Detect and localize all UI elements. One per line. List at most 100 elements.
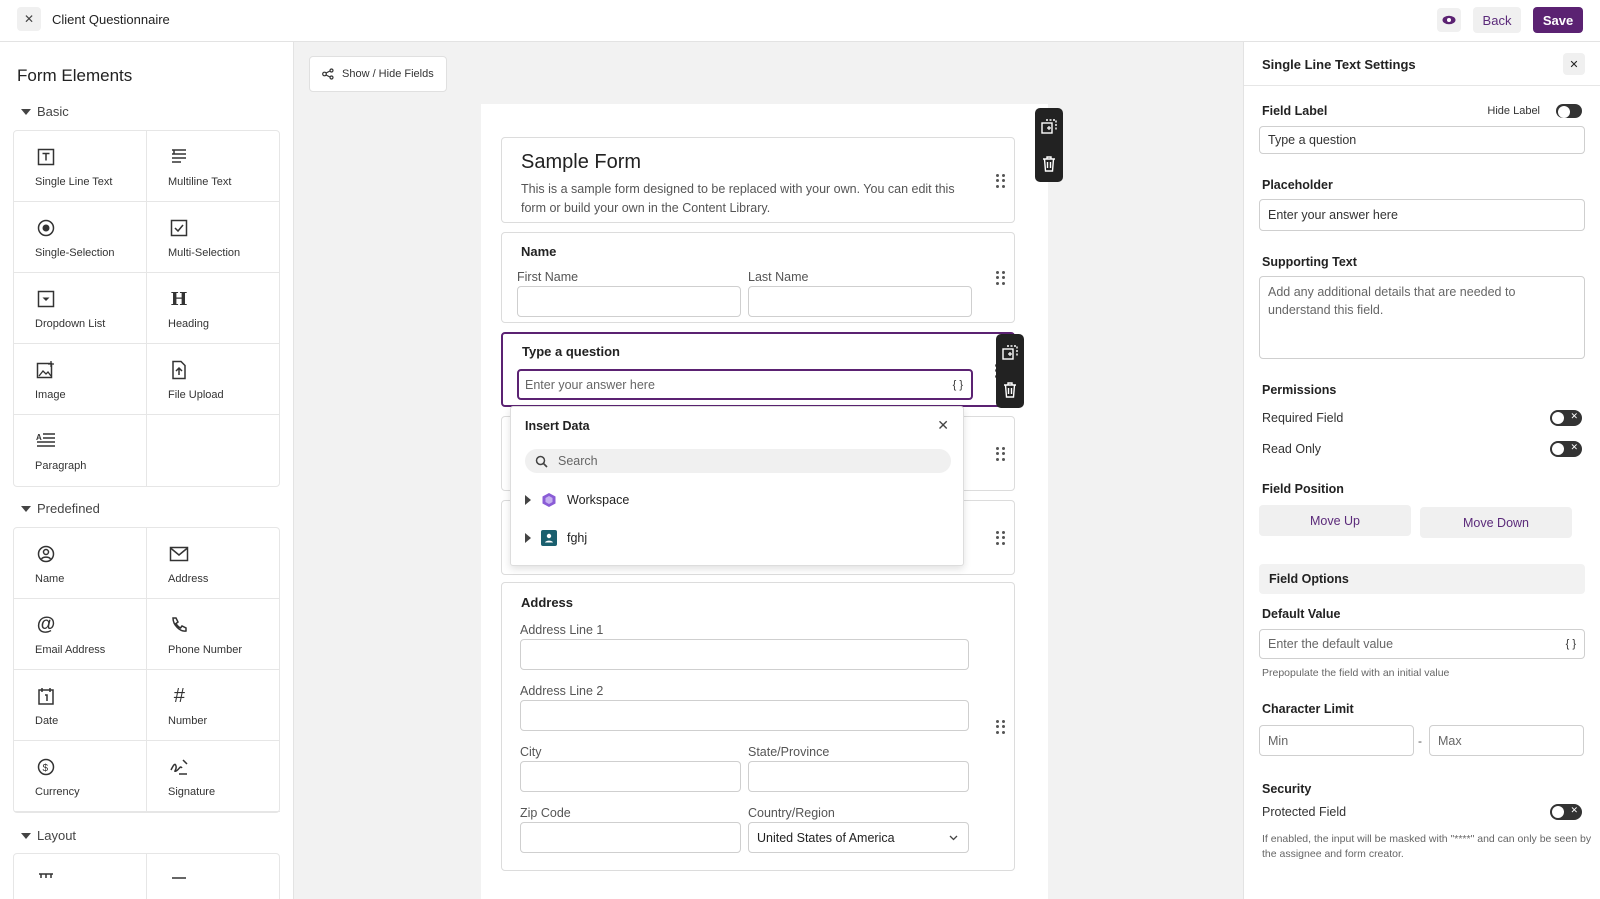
- section-predefined-label: Predefined: [37, 501, 100, 516]
- show-hide-fields-button[interactable]: Show / Hide Fields: [309, 56, 447, 92]
- drag-handle-icon[interactable]: [996, 720, 1006, 734]
- element-label: Currency: [35, 786, 80, 798]
- drag-handle-icon[interactable]: [996, 271, 1006, 285]
- section-basic[interactable]: Basic: [21, 104, 69, 119]
- hide-label-toggle[interactable]: [1556, 104, 1582, 118]
- field-label-heading: Field Label: [1262, 104, 1328, 118]
- preview-button[interactable]: [1437, 8, 1461, 32]
- element-number[interactable]: # Number: [147, 670, 280, 741]
- insert-data-braces-icon[interactable]: { }: [1566, 638, 1576, 650]
- paragraph-icon: A: [35, 430, 57, 452]
- first-name-input[interactable]: [517, 286, 741, 317]
- settings-panel: Single Line Text Settings ✕ Field Label …: [1243, 42, 1600, 899]
- drag-handle-icon[interactable]: [996, 174, 1006, 188]
- insert-data-popup: Insert Data ✕ Search Workspace fghj: [510, 406, 964, 566]
- question-placeholder: Enter your answer here: [525, 377, 655, 392]
- element-date[interactable]: Date: [14, 670, 147, 741]
- max-input[interactable]: Max: [1429, 725, 1584, 756]
- back-button[interactable]: Back: [1473, 7, 1521, 33]
- protected-field-toggle[interactable]: ✕: [1550, 804, 1582, 820]
- supporting-text-area[interactable]: Add any additional details that are need…: [1259, 276, 1585, 359]
- trash-icon[interactable]: [1002, 381, 1018, 398]
- field-label-input[interactable]: Type a question: [1259, 126, 1585, 154]
- insert-data-braces-icon[interactable]: { }: [953, 379, 963, 391]
- insert-data-search[interactable]: Search: [525, 449, 951, 473]
- state-input[interactable]: [748, 761, 969, 792]
- close-icon[interactable]: ✕: [937, 417, 949, 434]
- element-single-line-text[interactable]: Single Line Text: [14, 131, 147, 202]
- hide-label-text: Hide Label: [1487, 105, 1540, 117]
- element-dropdown-list[interactable]: Dropdown List: [14, 273, 147, 344]
- element-paragraph[interactable]: A Paragraph: [14, 415, 147, 486]
- chevron-right-icon: [525, 533, 531, 543]
- trash-icon[interactable]: [1041, 155, 1057, 172]
- min-input[interactable]: Min: [1259, 725, 1414, 756]
- drag-handle-icon[interactable]: [996, 447, 1006, 461]
- last-name-label: Last Name: [748, 270, 809, 284]
- element-heading[interactable]: H Heading: [147, 273, 280, 344]
- hash-icon: #: [173, 684, 185, 707]
- settings-header: Single Line Text Settings ✕: [1244, 42, 1600, 86]
- columns-icon: [35, 868, 57, 890]
- section-predefined[interactable]: Predefined: [21, 501, 100, 516]
- dropdown-icon: [35, 288, 57, 310]
- field-options-header[interactable]: Field Options: [1259, 564, 1585, 594]
- element-currency[interactable]: $ Currency: [14, 741, 147, 812]
- element-image[interactable]: Image: [14, 344, 147, 415]
- element-email-address[interactable]: @ Email Address: [14, 599, 147, 670]
- required-field-toggle[interactable]: ✕: [1550, 410, 1582, 426]
- chevron-right-icon: [525, 495, 531, 505]
- question-input[interactable]: Enter your answer here { }: [517, 369, 973, 400]
- question-field-card-selected[interactable]: Type a question Enter your answer here {…: [501, 332, 1015, 407]
- element-signature[interactable]: Signature: [147, 741, 280, 812]
- address-line1-label: Address Line 1: [520, 623, 604, 637]
- save-button[interactable]: Save: [1533, 7, 1583, 33]
- country-select[interactable]: United States of America: [748, 822, 969, 853]
- close-icon: ✕: [23, 12, 35, 26]
- move-up-button[interactable]: Move Up: [1259, 505, 1411, 536]
- settings-title: Single Line Text Settings: [1262, 57, 1416, 72]
- chevron-down-icon: [21, 108, 31, 115]
- element-multiline-text[interactable]: Multiline Text: [147, 131, 280, 202]
- duplicate-icon[interactable]: [1041, 118, 1057, 135]
- insert-data-item-fghj[interactable]: fghj: [525, 530, 587, 546]
- close-settings-button[interactable]: ✕: [1563, 53, 1585, 75]
- element-name[interactable]: Name: [14, 528, 147, 599]
- element-label: Single Line Text: [35, 176, 113, 188]
- address-line1-input[interactable]: [520, 639, 969, 670]
- form-toolbar: [1035, 108, 1063, 182]
- address-field-card[interactable]: Address Address Line 1 Address Line 2 Ci…: [501, 582, 1015, 871]
- read-only-label: Read Only: [1262, 442, 1322, 456]
- element-layout-columns[interactable]: [14, 854, 147, 899]
- zip-input[interactable]: [520, 822, 741, 853]
- element-address[interactable]: Address: [147, 528, 280, 599]
- name-field-card[interactable]: Name First Name Last Name: [501, 232, 1015, 323]
- duplicate-icon[interactable]: [1002, 344, 1018, 361]
- move-down-button[interactable]: Move Down: [1420, 507, 1572, 538]
- insert-data-item-label: Workspace: [567, 493, 630, 507]
- chevron-down-icon: [21, 505, 31, 512]
- last-name-input[interactable]: [748, 286, 972, 317]
- placeholder-input[interactable]: Enter your answer here: [1259, 199, 1585, 231]
- phone-icon: [168, 614, 190, 636]
- element-file-upload[interactable]: File Upload: [147, 344, 280, 415]
- form-title-card[interactable]: Sample Form This is a sample form design…: [501, 137, 1015, 223]
- read-only-toggle[interactable]: ✕: [1550, 441, 1582, 457]
- default-value-heading: Default Value: [1262, 607, 1341, 621]
- element-layout-divider[interactable]: [147, 854, 280, 899]
- element-phone-number[interactable]: Phone Number: [147, 599, 280, 670]
- default-value-input[interactable]: Enter the default value { }: [1259, 629, 1585, 659]
- address-line2-input[interactable]: [520, 700, 969, 731]
- city-input[interactable]: [520, 761, 741, 792]
- section-layout[interactable]: Layout: [21, 828, 76, 843]
- drag-handle-icon[interactable]: [996, 531, 1006, 545]
- divider-icon: [168, 868, 190, 890]
- element-single-selection[interactable]: Single-Selection: [14, 202, 147, 273]
- close-button[interactable]: ✕: [17, 7, 41, 31]
- layout-elements-grid: [13, 853, 280, 899]
- multiline-icon: [168, 146, 190, 168]
- calendar-icon: [35, 685, 57, 707]
- insert-data-item-workspace[interactable]: Workspace: [525, 492, 629, 508]
- element-label: Signature: [168, 786, 216, 798]
- element-multi-selection[interactable]: Multi-Selection: [147, 202, 280, 273]
